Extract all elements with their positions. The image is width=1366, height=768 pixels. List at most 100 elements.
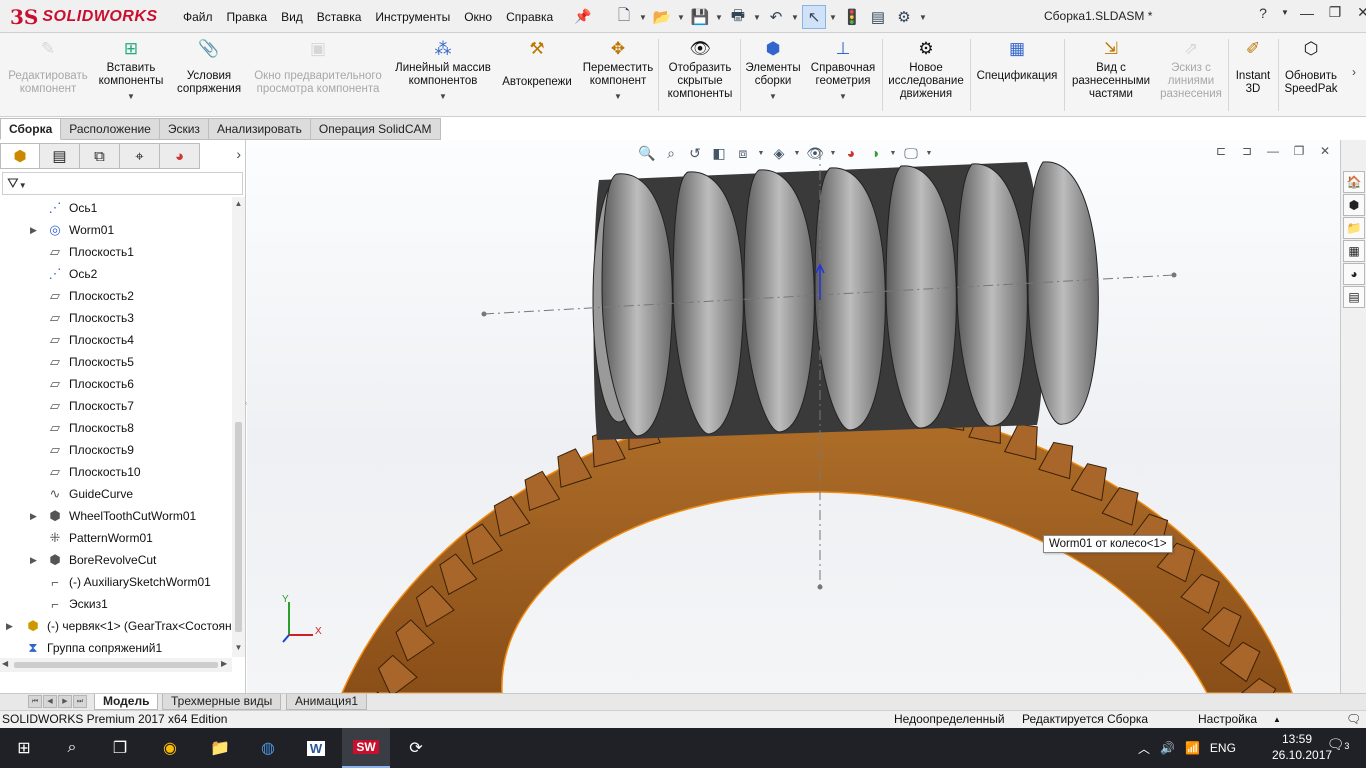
prev-tab-arrow[interactable]: ◀: [43, 695, 57, 708]
status-custom-caret[interactable]: ▲: [1273, 711, 1281, 728]
solidworks-logo[interactable]: 3S SOLIDWORKS: [10, 2, 157, 32]
expand-arrow-icon[interactable]: ▶: [6, 621, 13, 632]
view-palette-icon[interactable]: ▦: [1343, 240, 1365, 262]
tree-item[interactable]: ▱ Плоскость8: [46, 417, 134, 439]
word-icon[interactable]: W: [292, 728, 340, 768]
feature-tree-tab[interactable]: ⬢: [0, 143, 40, 169]
expand-arrow-icon[interactable]: ▶: [30, 511, 37, 522]
instant3d-button[interactable]: ✐ Instant 3D: [1230, 37, 1276, 113]
viewport-close-icon[interactable]: ✕: [1316, 144, 1334, 158]
first-tab-arrow[interactable]: ⏮: [28, 695, 42, 708]
custom-properties-icon[interactable]: ▤: [1343, 286, 1365, 308]
task-view-icon[interactable]: ❐: [96, 728, 144, 768]
hide-show-items-icon[interactable]: 👁: [805, 145, 825, 162]
tree-item[interactable]: ⌐ Эскиз1: [46, 593, 108, 615]
tree-item[interactable]: ▱ Плоскость3: [46, 307, 134, 329]
select-dropdown-caret[interactable]: ▼: [828, 13, 838, 22]
solidworks-resources-icon[interactable]: 🏠: [1343, 171, 1365, 193]
apply-scene-icon[interactable]: ◑: [865, 145, 885, 161]
worm-screw[interactable]: [592, 161, 1099, 440]
search-icon[interactable]: ⌕: [48, 728, 96, 768]
tree-item[interactable]: ⧗ Группа сопряжений1: [24, 637, 162, 657]
tab-sketch[interactable]: Эскиз: [159, 118, 209, 140]
viewport-restore-icon[interactable]: ❐: [1290, 144, 1308, 158]
restore-icon[interactable]: ❐: [1324, 4, 1346, 21]
ribbon-more-chevron-icon[interactable]: ›: [1352, 65, 1356, 79]
app-taskbar-icon[interactable]: ⟳: [392, 728, 440, 768]
bom-button[interactable]: ▦ Спецификация: [972, 37, 1062, 113]
tray-expand-icon[interactable]: ︿: [1138, 740, 1150, 757]
last-tab-arrow[interactable]: ⏭: [73, 695, 87, 708]
undo-dropdown-caret[interactable]: ▼: [790, 13, 800, 22]
close-icon[interactable]: ✕: [1352, 4, 1366, 21]
tab-layout[interactable]: Расположение: [61, 118, 160, 140]
view-settings-icon[interactable]: 🖵: [901, 145, 921, 162]
motion-study-button[interactable]: ⚙ Новое исследование движения: [884, 37, 968, 113]
assembly-model-graphic[interactable]: [247, 140, 1340, 693]
save-icon[interactable]: 💾: [688, 5, 712, 29]
new-dropdown-caret[interactable]: ▼: [638, 13, 648, 22]
open-dropdown-caret[interactable]: ▼: [676, 13, 686, 22]
panel-expand-chevron-icon[interactable]: ›: [236, 146, 241, 162]
language-indicator[interactable]: ENG: [1210, 741, 1236, 755]
insert-components-button[interactable]: ⊞ Вставить компоненты ▼: [94, 37, 168, 113]
network-icon[interactable]: 📶: [1185, 741, 1200, 755]
menu-file[interactable]: Файл: [176, 10, 220, 24]
next-tab-arrow[interactable]: ▶: [58, 695, 72, 708]
display-manager-tab[interactable]: ◕: [160, 143, 200, 169]
tree-item[interactable]: ⋰ Ось2: [46, 263, 98, 285]
section-view-icon[interactable]: ◧: [709, 145, 729, 162]
file-explorer-taskbar-icon[interactable]: 📁: [196, 728, 244, 768]
tree-item[interactable]: ⌐ (-) AuxiliarySketchWorm01: [46, 571, 211, 593]
assembly-features-caret[interactable]: ▼: [769, 90, 777, 103]
viewport-prev-icon[interactable]: ⊏: [1212, 144, 1230, 158]
print-icon[interactable]: 🖶: [726, 5, 750, 29]
speedpak-button[interactable]: ⬡ Обновить SpeedPak: [1280, 37, 1342, 113]
tree-item[interactable]: ▶ ⬢ WheelToothCutWorm01: [30, 505, 196, 527]
file-explorer-icon[interactable]: 📁: [1343, 217, 1365, 239]
smart-fasteners-button[interactable]: ⚒ Автокрепежи: [496, 37, 578, 113]
options-dropdown-caret[interactable]: ▼: [918, 13, 928, 22]
scroll-left-arrow[interactable]: ◀: [2, 659, 8, 668]
tree-item[interactable]: ▱ Плоскость5: [46, 351, 134, 373]
dimxpert-tab[interactable]: ⌖: [120, 143, 160, 169]
pin-menu-icon[interactable]: 📌: [574, 8, 591, 25]
exploded-view-button[interactable]: ⇲ Вид с разнесенными частями: [1066, 37, 1156, 113]
reference-geometry-caret[interactable]: ▼: [839, 90, 847, 103]
display-style-icon[interactable]: ◈: [769, 145, 789, 162]
move-component-button[interactable]: ✥ Переместить компонент ▼: [580, 37, 656, 113]
tree-filter[interactable]: ⛛▼: [2, 172, 243, 195]
rebuild-traffic-light-icon[interactable]: 🚦: [840, 5, 864, 29]
tab-model[interactable]: Модель: [94, 694, 159, 710]
tree-item[interactable]: ▱ Плоскость6: [46, 373, 134, 395]
apply-scene-caret[interactable]: ▼: [889, 150, 897, 157]
tree-item[interactable]: ▶ ⬢ (-) червяк<1> (GearTrax<Состоян: [6, 615, 232, 637]
chrome-icon[interactable]: ◉: [146, 728, 194, 768]
menu-help[interactable]: Справка: [499, 10, 560, 24]
select-pointer-icon[interactable]: ↖: [802, 5, 826, 29]
help-dropdown-caret[interactable]: ▼: [1280, 8, 1290, 17]
tree-item[interactable]: ▱ Плоскость9: [46, 439, 134, 461]
previous-view-icon[interactable]: ↺: [685, 145, 705, 162]
undo-icon[interactable]: ↶: [764, 5, 788, 29]
linear-pattern-button[interactable]: ⁂ Линейный массив компонентов ▼: [392, 37, 494, 113]
move-component-caret[interactable]: ▼: [614, 90, 622, 103]
hide-show-caret[interactable]: ▼: [829, 150, 837, 157]
configuration-manager-tab[interactable]: ⧉: [80, 143, 120, 169]
tree-item[interactable]: ▱ Плоскость4: [46, 329, 134, 351]
print-dropdown-caret[interactable]: ▼: [752, 13, 762, 22]
tree-item[interactable]: ∿ GuideCurve: [46, 483, 133, 505]
status-custom[interactable]: Настройка: [1198, 711, 1257, 728]
property-manager-tab[interactable]: ▤: [40, 143, 80, 169]
help-icon[interactable]: ?: [1252, 5, 1274, 21]
tree-item[interactable]: ▶ ⬢ BoreRevolveCut: [30, 549, 156, 571]
view-orientation-icon[interactable]: ⧈: [733, 145, 753, 162]
tab-animation[interactable]: Анимация1: [286, 694, 368, 710]
zoom-to-fit-icon[interactable]: 🔍: [637, 145, 657, 162]
design-library-icon[interactable]: ⬢: [1343, 194, 1365, 216]
explode-line-sketch-button[interactable]: ⇗ Эскиз с линиями разнесения: [1158, 37, 1224, 113]
menu-insert[interactable]: Вставка: [310, 10, 369, 24]
reference-geometry-button[interactable]: ⊥ Справочная геометрия ▼: [806, 37, 880, 113]
save-dropdown-caret[interactable]: ▼: [714, 13, 724, 22]
graphics-viewport[interactable]: Y X 🔍 ⌕ ↺ ◧ ⧈ ▼ ◈ ▼ 👁 ▼ ◕ ◑ ▼ 🖵 ▼ ⊏ ⊐ — ❐ ✕ W…: [247, 140, 1340, 693]
